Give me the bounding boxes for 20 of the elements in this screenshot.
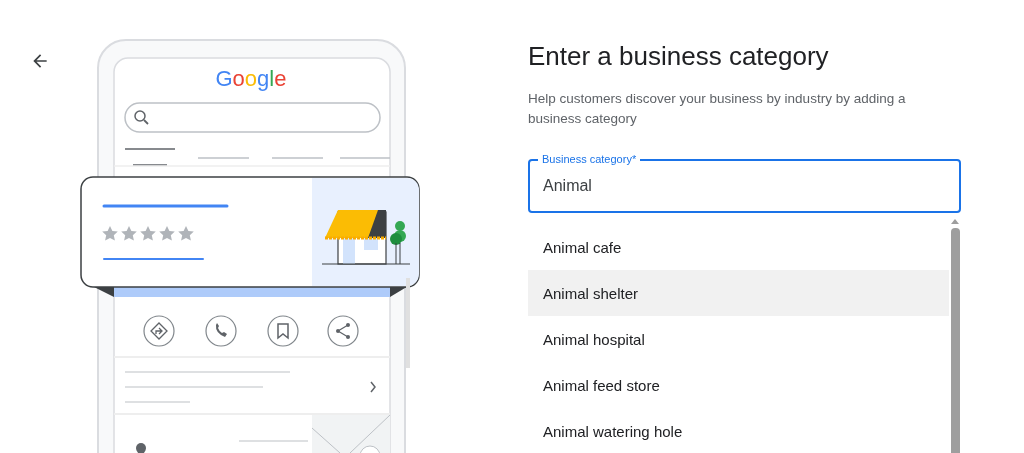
field-label: Business category* [538,152,641,166]
directions-icon [143,315,175,347]
scroll-up-icon[interactable] [951,219,959,224]
page-heading: Enter a business category [528,40,830,72]
phone-icon [205,315,237,347]
description-text: Help customers discover your business by industry by adding a business category [528,90,907,128]
chevron-right-icon [370,381,376,393]
bookmark-icon [267,315,299,347]
suggestion-item[interactable]: Animal shelter [528,270,949,316]
location-pin-icon [136,443,146,453]
share-icon [327,315,359,347]
logo-text: Google [215,66,287,91]
scrollbar[interactable] [949,217,961,453]
text-line [238,440,309,442]
storefront-icon [321,210,411,265]
suggestion-item[interactable]: Animal watering hole [528,408,949,453]
suggestion-item[interactable]: Animal feed store [528,362,949,408]
suggestion-item[interactable]: Animal hospital [528,316,949,362]
search-icon [134,110,149,125]
suggestion-item[interactable]: Animal cafe [528,224,949,270]
